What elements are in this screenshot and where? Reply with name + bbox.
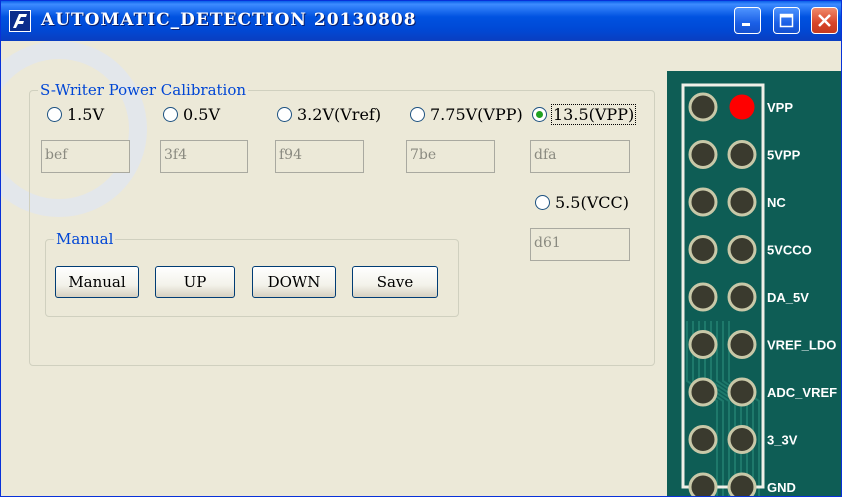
pin-right (727, 425, 757, 454)
pin-label: DA_5V (767, 290, 809, 305)
pin-left (688, 92, 718, 122)
save-button[interactable]: Save (352, 266, 438, 298)
window-title: AUTOMATIC_DETECTION 20130808 (41, 10, 417, 30)
title-bar[interactable]: AUTOMATIC_DETECTION 20130808 (1, 1, 841, 41)
pin-left (688, 140, 718, 169)
up-button[interactable]: UP (155, 266, 235, 298)
radio-indicator (532, 107, 547, 122)
pin-right (727, 330, 757, 359)
radio-indicator (163, 107, 178, 122)
vpp-marker (729, 94, 755, 120)
pin-left (688, 377, 718, 407)
radio-13-5-vpp[interactable]: 13.5(VPP) (532, 104, 637, 125)
radio-indicator (47, 107, 62, 122)
value-field-7-75v[interactable]: 7be (406, 140, 495, 173)
pin-right (727, 282, 757, 312)
radio-indicator (277, 107, 292, 122)
manual-legend: Manual (56, 230, 114, 248)
pin-left (688, 235, 718, 264)
value-field-3-2v[interactable]: f94 (275, 140, 364, 173)
value-field-5-5v[interactable]: d61 (530, 228, 630, 261)
radio-label: 7.75V(VPP) (430, 105, 523, 124)
close-button[interactable] (811, 7, 838, 34)
radio-label: 5.5(VCC) (555, 193, 629, 212)
pin-header-diagram: VPP 5VPP NC 5VCCO DA_5V VREF_LDO ADC_VREF 3_3V G… (667, 71, 841, 496)
radio-5-5-vcc[interactable]: 5.5(VCC) (535, 193, 629, 212)
pin-right (727, 235, 757, 264)
pin-label: 3_3V (767, 433, 798, 448)
radio-indicator (410, 107, 425, 122)
value-field-1-5v[interactable]: bef (41, 140, 130, 173)
pin-left (688, 425, 718, 454)
pin-label: VPP (767, 100, 793, 115)
close-icon (818, 14, 831, 27)
board-photo: VPP 5VPP NC 5VCCO DA_5V VREF_LDO ADC_VREF 3_3V G… (667, 71, 841, 496)
radio-1-5v[interactable]: 1.5V (47, 105, 104, 124)
maximize-button[interactable] (773, 7, 800, 34)
pin-label: ADC_VREF (767, 385, 837, 400)
pin-label: VREF_LDO (767, 338, 836, 353)
pin-right (727, 140, 757, 169)
radio-indicator (535, 195, 550, 210)
pin-left (688, 187, 718, 217)
pin-right (727, 472, 757, 496)
minimize-icon (742, 23, 750, 26)
radio-7-75v-vpp[interactable]: 7.75V(VPP) (410, 105, 523, 124)
pin-left (688, 330, 718, 359)
app-window: AUTOMATIC_DETECTION 20130808 S-Writer Po… (0, 0, 842, 497)
down-button[interactable]: DOWN (252, 266, 336, 298)
radio-label: 1.5V (67, 105, 104, 124)
pin-right (727, 187, 757, 217)
radio-label: 0.5V (183, 105, 220, 124)
radio-0-5v[interactable]: 0.5V (163, 105, 220, 124)
pin-right (727, 377, 757, 407)
app-icon (9, 10, 31, 32)
pin-label: NC (767, 195, 786, 210)
manual-button[interactable]: Manual (55, 266, 139, 298)
pin-label: 5VCCO (767, 243, 812, 258)
maximize-icon (779, 13, 794, 28)
minimize-button[interactable] (734, 7, 761, 34)
value-field-0-5v[interactable]: 3f4 (160, 140, 248, 173)
radio-label: 13.5(VPP) (550, 104, 637, 125)
radio-label: 3.2V(Vref) (297, 105, 382, 124)
value-field-13-5v[interactable]: dfa (530, 140, 630, 173)
power-calibration-legend: S-Writer Power Calibration (40, 81, 247, 99)
pin-label: 5VPP (767, 148, 801, 163)
radio-3-2v-vref[interactable]: 3.2V(Vref) (277, 105, 381, 124)
pin-label: GND (767, 480, 796, 495)
pin-left (688, 472, 718, 496)
pin-left (688, 282, 718, 312)
